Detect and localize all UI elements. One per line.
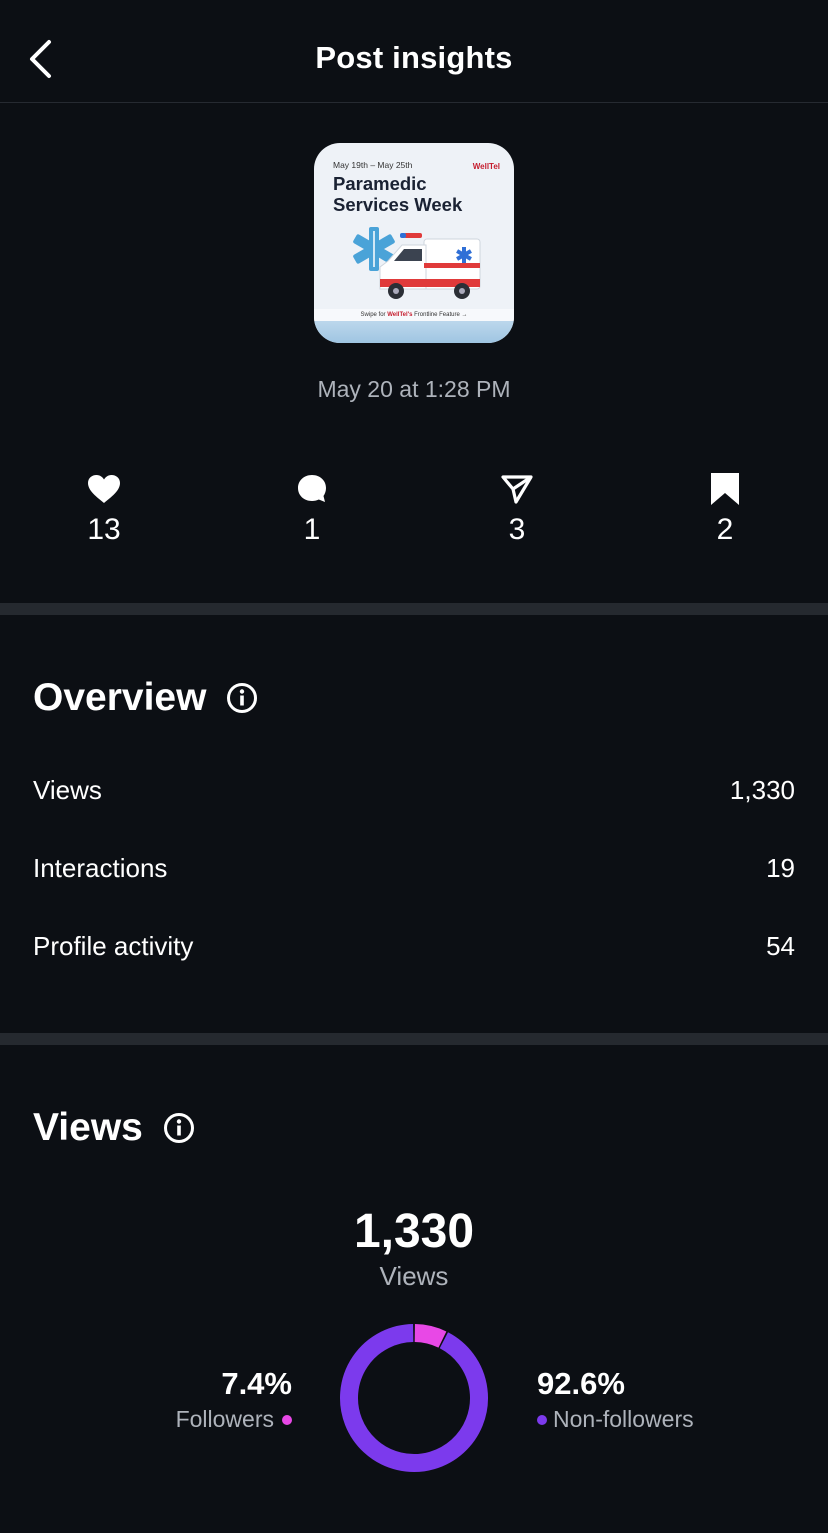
thumbnail-footer: Swipe for WellTel's Frontline Feature → bbox=[314, 309, 514, 321]
overview-row-label: Interactions bbox=[33, 852, 168, 883]
thumbnail-title-line1: Paramedic bbox=[333, 173, 427, 194]
non-followers-percent: 92.6% bbox=[537, 1366, 625, 1401]
overview-row-views[interactable]: Views 1,330 bbox=[33, 770, 795, 810]
thumbnail-date-range: May 19th – May 25th bbox=[333, 160, 413, 170]
followers-legend: 7.4% Followers bbox=[176, 1366, 292, 1433]
post-date: May 20 at 1:28 PM bbox=[317, 376, 511, 402]
views-total: 1,330 bbox=[353, 1205, 475, 1258]
heart-icon bbox=[88, 475, 120, 503]
header-bar: Post insights bbox=[0, 0, 828, 103]
post-thumbnail[interactable]: May 19th – May 25th WellTel Paramedic Se… bbox=[314, 143, 514, 343]
thumbnail-footer-brand: WellTel's bbox=[387, 312, 413, 318]
bookmark-icon bbox=[711, 473, 739, 505]
overview-title: Overview bbox=[33, 676, 207, 719]
likes-count: 13 bbox=[87, 513, 121, 546]
shares-count: 3 bbox=[508, 513, 526, 546]
comments-count: 1 bbox=[303, 513, 321, 546]
saves-count: 2 bbox=[716, 513, 734, 546]
page-title: Post insights bbox=[315, 40, 513, 75]
overview-row-interactions[interactable]: Interactions 19 bbox=[33, 848, 795, 888]
shares-stat[interactable]: 3 bbox=[457, 470, 577, 547]
engagement-stats: 13 1 3 2 bbox=[0, 470, 828, 560]
overview-info-button[interactable] bbox=[226, 682, 258, 714]
info-icon bbox=[227, 683, 258, 713]
non-followers-label-row: Non-followers bbox=[537, 1406, 694, 1433]
saves-stat[interactable]: 2 bbox=[665, 470, 785, 547]
donut-slice-non-followers bbox=[340, 1324, 488, 1472]
non-followers-legend: 92.6% Non-followers bbox=[537, 1366, 694, 1433]
overview-row-label: Views bbox=[33, 774, 102, 805]
info-icon bbox=[163, 1113, 194, 1143]
thumbnail-title: Paramedic Services Week bbox=[333, 173, 462, 215]
section-divider bbox=[0, 603, 828, 615]
overview-row-profile-activity[interactable]: Profile activity 54 bbox=[33, 926, 795, 966]
thumbnail-footer-prefix: Swipe for bbox=[360, 312, 388, 318]
thumbnail-title-line2: Services Week bbox=[333, 194, 463, 215]
ambulance-illustration bbox=[353, 227, 481, 299]
views-donut-chart bbox=[340, 1324, 488, 1472]
non-followers-label: Non-followers bbox=[553, 1406, 694, 1432]
share-icon bbox=[501, 475, 533, 504]
overview-row-value: 19 bbox=[766, 852, 795, 883]
views-total-label: Views bbox=[379, 1261, 449, 1291]
followers-percent: 7.4% bbox=[221, 1366, 292, 1401]
followers-label: Followers bbox=[175, 1406, 274, 1432]
thumbnail-base bbox=[314, 321, 514, 343]
views-title: Views bbox=[33, 1106, 143, 1149]
followers-color-dot bbox=[282, 1414, 292, 1425]
followers-label-row: Followers bbox=[176, 1406, 292, 1433]
thumbnail-footer-suffix: Frontline Feature → bbox=[412, 312, 468, 318]
overview-section-title: Overview bbox=[33, 676, 258, 720]
overview-row-value: 54 bbox=[766, 930, 795, 961]
section-divider bbox=[0, 1033, 828, 1045]
comments-stat[interactable]: 1 bbox=[252, 470, 372, 547]
non-followers-color-dot bbox=[537, 1414, 547, 1425]
thumbnail-brand-logo: WellTel bbox=[472, 162, 500, 171]
views-info-button[interactable] bbox=[163, 1112, 195, 1144]
comment-icon bbox=[298, 475, 326, 502]
overview-row-label: Profile activity bbox=[33, 930, 194, 961]
overview-row-value: 1,330 bbox=[729, 774, 795, 805]
likes-stat[interactable]: 13 bbox=[44, 470, 164, 547]
donut-slice-followers bbox=[414, 1324, 447, 1348]
views-section-title: Views bbox=[33, 1106, 195, 1150]
